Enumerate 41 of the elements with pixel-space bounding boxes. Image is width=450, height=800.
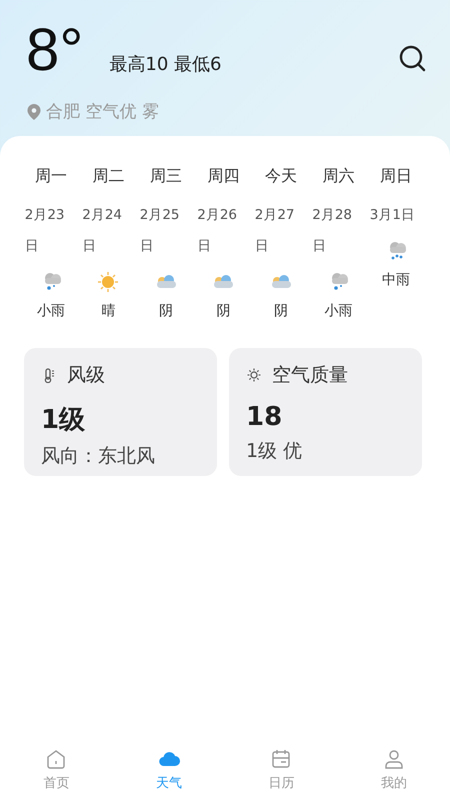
weather-condition: 阴: [274, 302, 288, 320]
tab-bar-item[interactable]: 我的: [338, 736, 450, 792]
home-icon: [45, 748, 68, 770]
weather-condition: 阴: [216, 302, 230, 320]
weekday-label: 周日: [380, 166, 412, 187]
date-label: 2月23日: [24, 206, 66, 256]
card-title: 风级: [67, 363, 105, 388]
date-label: 2月25日: [140, 206, 181, 256]
weather-condition: 晴: [101, 302, 116, 320]
temperature-range: 最高10 最低6: [109, 53, 222, 76]
location-text: 合肥 空气优 雾: [46, 101, 159, 123]
date-label: 2月28日: [312, 206, 354, 256]
weather-condition: 阴: [158, 302, 173, 320]
location-pin-icon: [26, 102, 42, 120]
tab-bar-item[interactable]: 天气: [112, 736, 225, 792]
weekday-label: 今天: [264, 166, 297, 187]
date-label: 2月26日: [197, 206, 238, 256]
calendar-icon: [270, 748, 292, 770]
card-value: 1级: [41, 404, 86, 437]
weekday-label: 周二: [92, 166, 124, 187]
tab-bar-item[interactable]: 日历: [225, 736, 338, 792]
person-icon: [382, 748, 405, 770]
date-label: 2月27日: [254, 206, 296, 256]
weekday-label: 周四: [207, 166, 240, 187]
weekday-label: 周六: [322, 166, 354, 187]
search-button[interactable]: [398, 44, 428, 74]
card-detail: 1级 优: [246, 439, 304, 464]
date-label: 3月1日: [370, 206, 416, 225]
date-label: 2月24日: [82, 206, 124, 256]
sun-icon: [246, 367, 262, 383]
weather-condition: 小雨: [324, 302, 352, 320]
search-icon: [398, 44, 428, 74]
weekday-label: 周一: [34, 166, 67, 187]
card-value: 18: [246, 402, 284, 432]
card-title: 空气质量: [272, 363, 348, 388]
weather-condition: 小雨: [36, 302, 65, 320]
weather-condition: 中雨: [382, 271, 410, 289]
weekday-label: 周三: [150, 166, 182, 187]
tab-bar-item[interactable]: 首页: [0, 736, 112, 792]
temperature: 8°: [26, 18, 84, 82]
card-detail: 风向：东北风: [41, 444, 156, 469]
